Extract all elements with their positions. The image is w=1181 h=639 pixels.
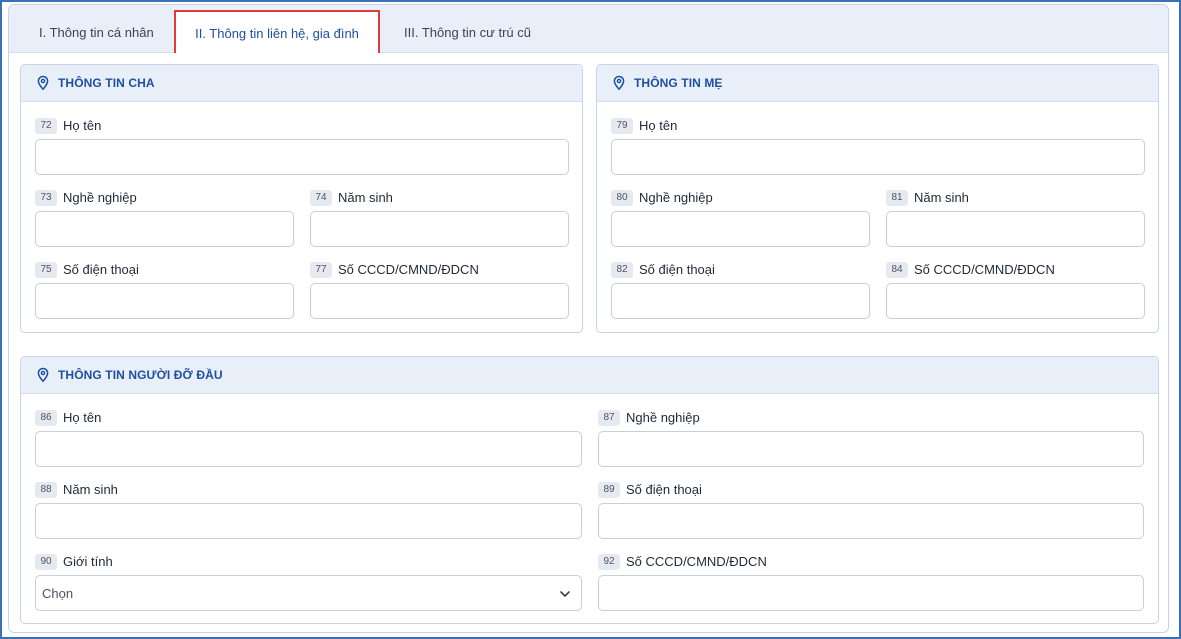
- guardian-name-input[interactable]: [35, 431, 582, 467]
- guardian-gender-select[interactable]: Chọn: [35, 575, 582, 611]
- tab-bar: I. Thông tin cá nhân II. Thông tin liên …: [9, 5, 1168, 53]
- field-label: Năm sinh: [63, 481, 118, 497]
- mother-phone-input[interactable]: [611, 283, 870, 319]
- chevron-down-icon: [560, 591, 570, 597]
- field-number-badge: 72: [35, 117, 57, 134]
- father-name-input[interactable]: [35, 139, 569, 175]
- father-id-input[interactable]: [310, 283, 569, 319]
- guardian-birth-year-input[interactable]: [35, 503, 582, 539]
- field-number-badge: 77: [310, 261, 332, 278]
- field-number-badge: 89: [598, 481, 620, 498]
- mother-occupation-input[interactable]: [611, 211, 870, 247]
- location-pin-icon: [613, 75, 625, 91]
- panel-header: THÔNG TIN NGƯỜI ĐỠ ĐẦU: [21, 357, 1158, 394]
- father-occupation-input[interactable]: [35, 211, 294, 247]
- father-phone-input[interactable]: [35, 283, 294, 319]
- field-label: Năm sinh: [914, 189, 969, 205]
- select-value: Chọn: [42, 586, 74, 601]
- mother-id-input[interactable]: [886, 283, 1145, 319]
- field-number-badge: 79: [611, 117, 633, 134]
- field-label: Số CCCD/CMND/ĐDCN: [338, 261, 479, 277]
- tab-contact-family[interactable]: II. Thông tin liên hệ, gia đình: [174, 10, 380, 53]
- field-label: Số điện thoại: [639, 261, 715, 277]
- guardian-phone-input[interactable]: [598, 503, 1144, 539]
- field-number-badge: 74: [310, 189, 332, 206]
- location-pin-icon: [37, 75, 49, 91]
- field-label: Số điện thoại: [626, 481, 702, 497]
- field-number-badge: 81: [886, 189, 908, 206]
- field-number-badge: 87: [598, 409, 620, 426]
- field-label: Họ tên: [63, 409, 102, 425]
- location-pin-icon: [37, 367, 49, 383]
- panel-header: THÔNG TIN MẸ: [597, 65, 1158, 102]
- field-number-badge: 73: [35, 189, 57, 206]
- field-number-badge: 92: [598, 553, 620, 570]
- field-label: Số CCCD/CMND/ĐDCN: [914, 261, 1055, 277]
- field-number-badge: 84: [886, 261, 908, 278]
- field-number-badge: 75: [35, 261, 57, 278]
- field-label: Nghề nghiệp: [626, 409, 700, 425]
- field-label: Nghề nghiệp: [63, 189, 137, 205]
- tab-personal-info[interactable]: I. Thông tin cá nhân: [39, 5, 154, 53]
- field-number-badge: 88: [35, 481, 57, 498]
- mother-name-input[interactable]: [611, 139, 1145, 175]
- father-info-panel: THÔNG TIN CHA 72 Họ tên 73 Nghề nghiệp 74 N…: [20, 64, 583, 333]
- guardian-info-panel: THÔNG TIN NGƯỜI ĐỠ ĐẦU 86 Họ tên 87 Nghề n…: [20, 356, 1159, 624]
- field-number-badge: 80: [611, 189, 633, 206]
- mother-info-panel: THÔNG TIN MẸ 79 Họ tên 80 Nghề nghiệp 81 Nă…: [596, 64, 1159, 333]
- field-label: Số điện thoại: [63, 261, 139, 277]
- father-birth-year-input[interactable]: [310, 211, 569, 247]
- field-number-badge: 90: [35, 553, 57, 570]
- guardian-occupation-input[interactable]: [598, 431, 1144, 467]
- panel-title: THÔNG TIN NGƯỜI ĐỠ ĐẦU: [58, 368, 223, 382]
- field-number-badge: 82: [611, 261, 633, 278]
- form-card: I. Thông tin cá nhân II. Thông tin liên …: [8, 4, 1169, 633]
- field-label: Họ tên: [639, 117, 678, 133]
- field-label: Họ tên: [63, 117, 102, 133]
- field-label: Nghề nghiệp: [639, 189, 713, 205]
- field-label: Số CCCD/CMND/ĐDCN: [626, 553, 767, 569]
- guardian-id-input[interactable]: [598, 575, 1144, 611]
- panel-title: THÔNG TIN CHA: [58, 76, 155, 90]
- mother-birth-year-input[interactable]: [886, 211, 1145, 247]
- tab-previous-residence[interactable]: III. Thông tin cư trú cũ: [404, 5, 531, 53]
- field-label: Giới tính: [63, 553, 113, 569]
- panel-title: THÔNG TIN MẸ: [634, 76, 723, 90]
- field-label: Năm sinh: [338, 189, 393, 205]
- panel-header: THÔNG TIN CHA: [21, 65, 582, 102]
- field-number-badge: 86: [35, 409, 57, 426]
